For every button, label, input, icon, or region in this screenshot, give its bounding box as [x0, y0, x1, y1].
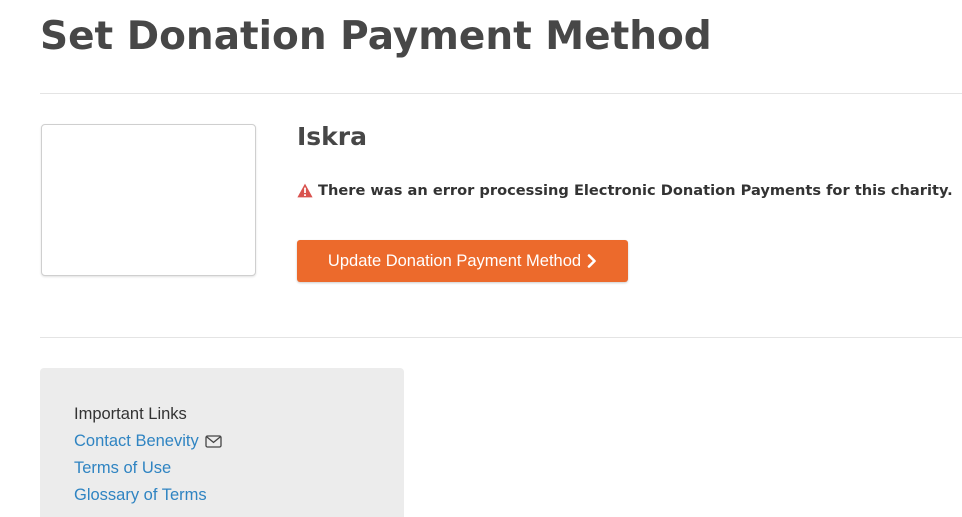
page-title: Set Donation Payment Method: [40, 14, 712, 59]
header-divider: [40, 93, 962, 94]
envelope-icon: [205, 435, 222, 448]
chevron-right-icon: [587, 254, 596, 268]
glossary-of-terms-label: Glossary of Terms: [74, 486, 207, 504]
contact-benevity-link[interactable]: Contact Benevity: [74, 432, 222, 451]
charity-name: Iskra: [297, 122, 368, 151]
terms-of-use-link[interactable]: Terms of Use: [74, 459, 171, 478]
update-donation-payment-method-button[interactable]: Update Donation Payment Method: [297, 240, 628, 282]
terms-of-use-label: Terms of Use: [74, 459, 172, 477]
important-links-panel: Important Links Contact Benevity Terms o…: [40, 368, 404, 517]
warning-triangle-icon: [297, 183, 313, 197]
glossary-of-terms-link[interactable]: Glossary of Terms: [74, 486, 207, 505]
charity-logo-placeholder: [41, 124, 256, 276]
error-alert: There was an error processing Electronic…: [297, 180, 953, 200]
important-links-heading: Important Links: [74, 405, 187, 423]
contact-benevity-label: Contact Benevity: [74, 432, 199, 450]
update-button-label: Update Donation Payment Method: [327, 251, 582, 270]
error-message: There was an error processing Electronic…: [318, 181, 953, 199]
section-divider: [40, 337, 962, 338]
page: Set Donation Payment Method Iskra There …: [0, 0, 962, 517]
